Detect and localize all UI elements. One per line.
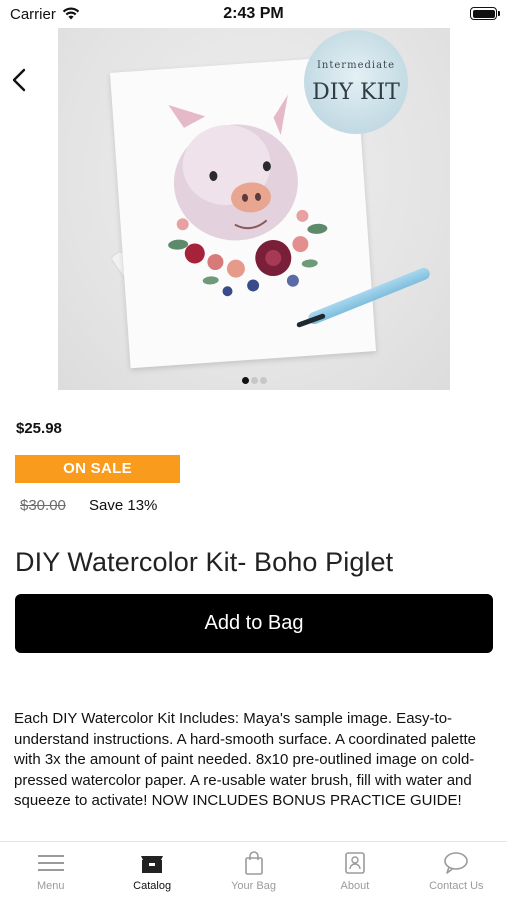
tab-label-contact-us: Contact Us — [429, 880, 484, 892]
tab-label-about: About — [340, 880, 370, 892]
current-price: $25.98 — [16, 420, 62, 437]
tab-label-menu: Menu — [36, 880, 65, 892]
catalog-icon — [141, 856, 164, 873]
original-price: $30.00 — [20, 497, 66, 514]
badge-level: Intermediate — [316, 60, 395, 71]
tab-your-bag[interactable]: Your Bag — [203, 842, 304, 900]
badge-title: DIY KIT — [312, 80, 400, 105]
product-description: Each DIY Watercolor Kit Includes: Maya's… — [14, 710, 476, 810]
tab-label-your-bag: Your Bag — [231, 880, 276, 892]
bag-icon — [244, 851, 263, 875]
back-chevron-icon[interactable] — [8, 66, 30, 94]
status-bar: Carrier 2:43 PM — [0, 0, 507, 30]
page-indicator[interactable] — [58, 371, 450, 389]
tab-label-catalog: Catalog — [133, 880, 172, 892]
tab-bar: Menu Catalog Your Bag About Contact Us — [0, 841, 507, 900]
sale-badge: ON SALE — [15, 455, 180, 483]
product-image-carousel[interactable]: Intermediate DIY KIT — [58, 28, 450, 390]
savings-text: Save 13% — [89, 497, 158, 514]
chat-icon — [444, 852, 469, 874]
product-title: DIY Watercolor Kit- Boho Piglet — [15, 547, 394, 577]
page-dot-3[interactable] — [259, 377, 267, 384]
tab-menu[interactable]: Menu — [0, 842, 101, 900]
page-dot-2[interactable] — [250, 377, 258, 384]
tab-catalog[interactable]: Catalog — [101, 842, 202, 900]
tab-contact-us[interactable]: Contact Us — [406, 842, 507, 900]
clock: 2:43 PM — [223, 5, 284, 22]
page-dot-1[interactable] — [241, 377, 249, 384]
about-icon — [345, 852, 365, 874]
add-to-bag-button[interactable]: Add to Bag — [15, 594, 493, 653]
menu-icon — [37, 855, 64, 871]
battery-icon — [470, 7, 500, 20]
tab-about[interactable]: About — [304, 842, 405, 900]
